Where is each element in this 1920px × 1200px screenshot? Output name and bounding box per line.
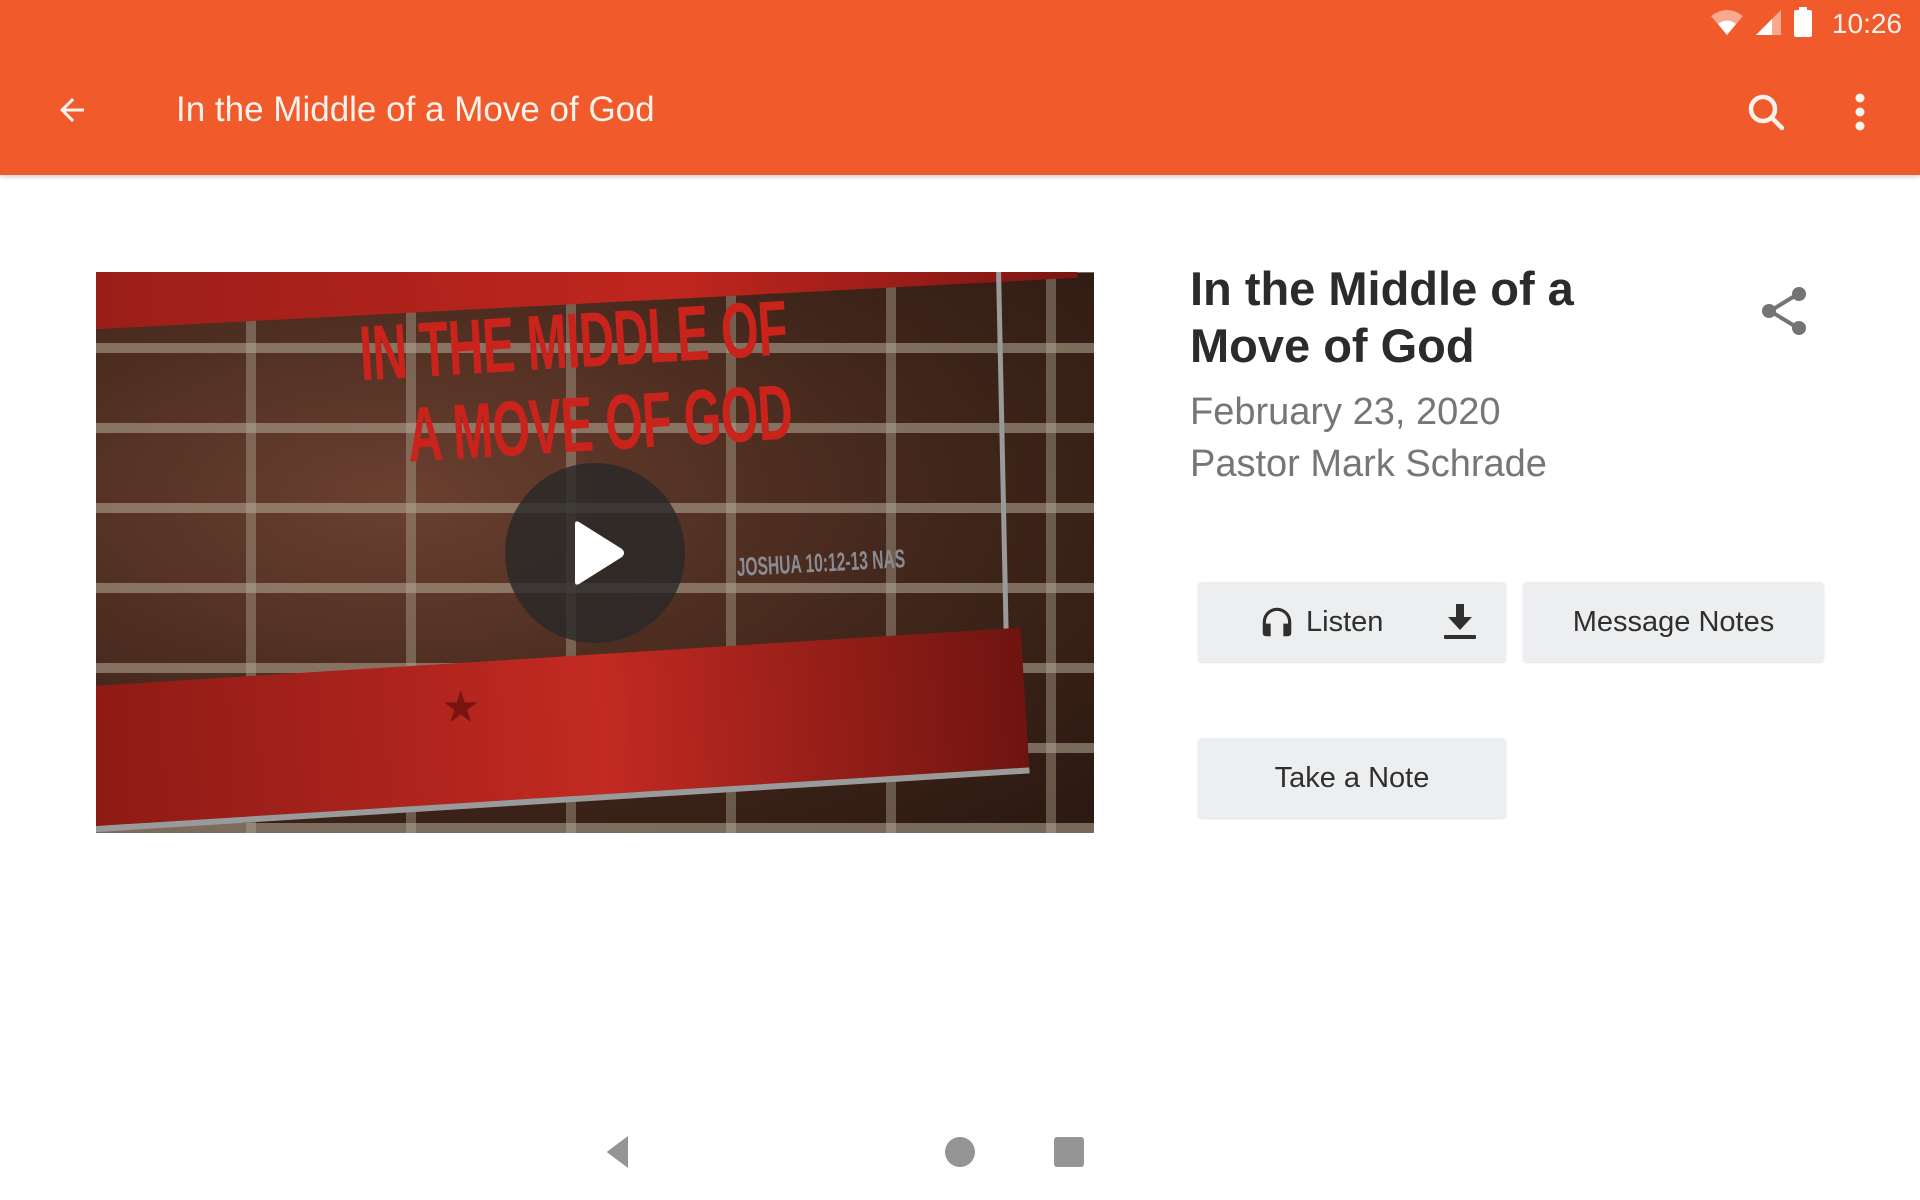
message-notes-label: Message Notes bbox=[1572, 605, 1775, 638]
arrow-left-icon bbox=[60, 98, 84, 122]
message-notes-button[interactable]: Message Notes bbox=[1523, 582, 1824, 662]
nav-home-button[interactable] bbox=[945, 1137, 975, 1167]
battery-icon bbox=[1792, 6, 1814, 42]
take-a-note-label: Take a Note bbox=[1274, 761, 1430, 794]
status-time: 10:26 bbox=[1831, 8, 1902, 39]
slide-title-text: IN THE MIDDLE OF A MOVE OF GOD bbox=[356, 283, 795, 479]
nav-back-icon bbox=[607, 1136, 628, 1168]
sermon-title: In the Middle of a Move of God bbox=[1190, 262, 1574, 372]
listen-button[interactable]: Listen bbox=[1198, 582, 1506, 662]
slide-band-bottom bbox=[96, 627, 1030, 833]
more-vert-icon bbox=[1855, 93, 1865, 131]
share-button[interactable] bbox=[1758, 284, 1812, 338]
app-bar: 10:26 In the Middle of a Move of God bbox=[0, 0, 1920, 175]
listen-label: Listen bbox=[1306, 605, 1384, 638]
app-bar-title: In the Middle of a Move of God bbox=[176, 90, 655, 129]
nav-back-button[interactable] bbox=[600, 1134, 640, 1170]
download-icon bbox=[1444, 604, 1476, 639]
take-a-note-button[interactable]: Take a Note bbox=[1198, 738, 1506, 818]
video-thumbnail[interactable]: IN THE MIDDLE OF A MOVE OF GOD JOSHUA 10… bbox=[96, 272, 1094, 833]
download-button[interactable] bbox=[1438, 600, 1482, 644]
headphones-icon bbox=[1262, 607, 1292, 637]
wifi-icon bbox=[1710, 8, 1744, 41]
sermon-date: February 23, 2020 bbox=[1190, 391, 1501, 433]
sermon-details: In the Middle of a Move of God February … bbox=[1190, 260, 1610, 490]
search-button[interactable] bbox=[1744, 90, 1788, 134]
back-button[interactable] bbox=[50, 88, 94, 132]
cell-signal-icon bbox=[1754, 8, 1782, 41]
star-icon: ★ bbox=[441, 683, 481, 732]
play-icon bbox=[575, 521, 624, 585]
sermon-speaker: Pastor Mark Schrade bbox=[1190, 443, 1547, 485]
status-bar: 10:26 bbox=[1710, 6, 1902, 42]
play-button[interactable] bbox=[505, 463, 685, 643]
more-options-button[interactable] bbox=[1842, 90, 1878, 134]
search-icon bbox=[1748, 94, 1785, 131]
nav-recents-button[interactable] bbox=[1054, 1137, 1084, 1167]
listen-main[interactable]: Listen bbox=[1258, 582, 1383, 662]
share-icon bbox=[1762, 287, 1806, 335]
slide-reference-text: JOSHUA 10:12-13 NAS bbox=[736, 543, 906, 582]
